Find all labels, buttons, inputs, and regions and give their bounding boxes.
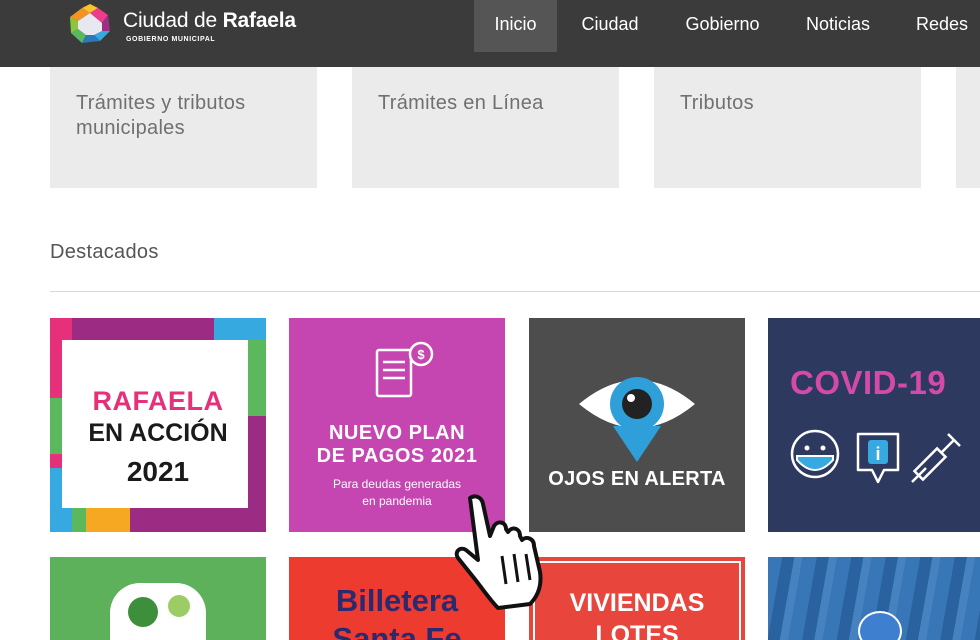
tile-covid-19[interactable]: COVID-19 i — [768, 318, 980, 532]
leaf-icon — [168, 595, 190, 617]
tile-line2: DE PAGOS 2021 — [316, 445, 478, 467]
shortcut-tramites-linea[interactable]: Trámites en Línea — [352, 67, 619, 188]
leaf-icon — [128, 597, 158, 627]
invoice-icon: $ — [375, 341, 434, 398]
tile-line2: EN ACCIÓN — [88, 419, 228, 447]
tile-viviendas-lotes[interactable]: VIVIENDAS LOTES — [529, 557, 745, 640]
tile-line1: COVID-19 — [790, 364, 947, 401]
tile-line2: LOTES — [595, 621, 679, 640]
frame-band — [72, 508, 86, 532]
shortcut-tributos[interactable]: Tributos — [654, 67, 921, 188]
nav-inicio[interactable]: Inicio — [474, 0, 557, 52]
city-logo-icon[interactable] — [68, 3, 112, 45]
tile-rafaela-en-accion[interactable]: RAFAELA EN ACCIÓN 2021 — [50, 318, 266, 532]
tile-graphic — [110, 583, 206, 640]
shortcut-label: Trámites en Línea — [378, 92, 544, 114]
tile-line1: OJOS EN ALERTA — [548, 468, 726, 490]
top-navbar: Ciudad de Rafaela GOBIERNO MUNICIPAL Ini… — [0, 0, 980, 67]
tile-line1: VIVIENDAS — [569, 589, 705, 617]
nav-ciudad[interactable]: Ciudad — [566, 0, 654, 52]
shortcut-partial[interactable] — [956, 67, 980, 188]
tile-line3: Para deudas generadas — [332, 477, 462, 491]
shortcut-label: Trámites y tributos municipales — [76, 92, 246, 139]
syringe-icon — [911, 433, 961, 483]
shortcut-label: Tributos — [680, 92, 754, 114]
tile-ojos-en-alerta[interactable]: OJOS EN ALERTA — [529, 318, 745, 532]
eye-pin-icon — [579, 377, 695, 462]
tile-green-partial[interactable] — [50, 557, 266, 640]
brand-light: Ciudad de — [123, 9, 223, 32]
tile-line3: 2021 — [126, 456, 190, 487]
brand-bold: Rafaela — [222, 9, 297, 32]
brand-name[interactable]: Ciudad de Rafaela — [123, 9, 296, 33]
tile-line1: NUEVO PLAN — [328, 422, 466, 444]
brand-subtitle: GOBIERNO MUNICIPAL — [126, 36, 216, 43]
info-bubble-icon: i — [856, 432, 900, 484]
masked-face-icon — [790, 429, 840, 479]
nav-gobierno[interactable]: Gobierno — [672, 0, 773, 52]
tile-line2: Santa Fe — [332, 621, 462, 640]
featured-title: Destacados — [50, 241, 159, 263]
hand-pointer-icon — [454, 494, 543, 610]
nav-noticias[interactable]: Noticias — [793, 0, 883, 52]
section-divider — [50, 291, 980, 292]
svg-text:i: i — [875, 444, 880, 464]
frame-band — [214, 318, 266, 340]
svg-text:$: $ — [417, 347, 425, 362]
shortcut-tramites-tributos[interactable]: Trámites y tributos municipales — [50, 67, 317, 188]
tile-photo-partial[interactable] — [768, 557, 980, 640]
nav-redes[interactable]: Redes — [904, 0, 980, 52]
tile-line1: RAFAELA — [92, 386, 224, 416]
frame-band — [86, 508, 130, 532]
